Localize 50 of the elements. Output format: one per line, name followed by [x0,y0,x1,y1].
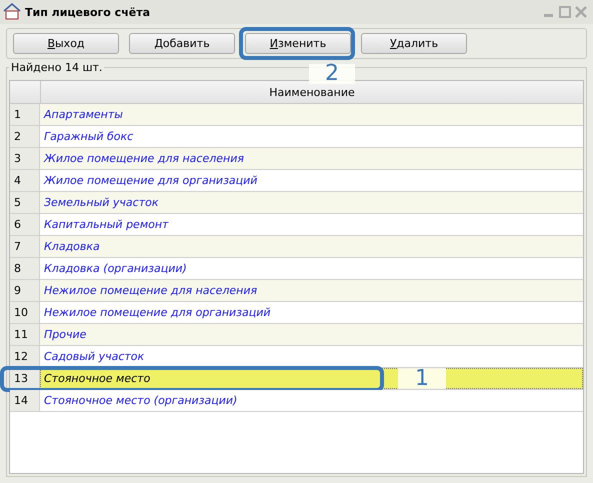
toolbar-button[interactable]: Добавить [129,33,235,54]
row-number: 2 [10,126,40,147]
table-cell-text: Жилое помещение для организаций [42,173,258,189]
toolbar-button[interactable]: Удалить [361,33,467,54]
callout-number: 1 [398,368,446,389]
app-logo-icon [3,3,21,21]
table-row[interactable]: 4 Жилое помещение для организаций [10,170,583,192]
table-row[interactable]: 1 Апартаменты [10,104,583,126]
table-cell-text: Капитальный ремонт [43,217,170,233]
row-number: 4 [10,170,40,191]
row-number: 8 [10,258,40,279]
table-row[interactable]: 14 Стояночное место (организации) [10,390,583,412]
table-cell-text: Нежилое помещение для населения [43,283,258,299]
table-row[interactable]: 3 Жилое помещение для населения [10,148,583,170]
toolbar-button[interactable]: Изменить [245,33,351,54]
table-cell-text: Кладовка [43,239,101,255]
row-number: 3 [10,148,40,169]
callout-number: 2 [309,64,355,84]
table-cell-text: Апартаменты [42,107,124,123]
table-row[interactable]: 11 Прочие [10,324,583,346]
table-cell-text: Садовый участок [43,349,146,365]
table-cell-text: Земельный участок [43,195,160,211]
close-icon[interactable] [575,6,587,18]
table-row[interactable]: 6 Капитальный ремонт [10,214,583,236]
row-number: 12 [10,346,40,367]
table-row[interactable]: 7 Кладовка [10,236,583,258]
row-number: 10 [10,302,40,323]
table-cell-text: Нежилое помещение для организаций [43,305,272,321]
table-row[interactable]: 10 Нежилое помещение для организаций [10,302,583,324]
table-cell-text: Кладовка (организации) [43,261,188,277]
row-number: 14 [10,390,40,411]
table-cell-text: Прочие [43,327,88,343]
toolbar-button[interactable]: Выход [13,33,119,54]
row-number: 9 [10,280,40,301]
table-row[interactable]: 2 Гаражный бокс [10,126,583,148]
table-cell-text: Гаражный бокс [43,129,134,145]
table-row[interactable]: 9 Нежилое помещение для населения [10,280,583,302]
table-row[interactable]: 12 Садовый участок [10,346,583,368]
row-number: 11 [10,324,40,345]
table-row[interactable]: 5 Земельный участок [10,192,583,214]
row-number: 1 [10,104,40,125]
table-row[interactable]: 8 Кладовка (организации) [10,258,583,280]
maximize-icon[interactable] [559,6,571,18]
row-number: 6 [10,214,40,235]
row-number: 5 [10,192,40,213]
table-cell-text: Жилое помещение для населения [42,151,245,167]
window-title: Тип лицевого счёта [25,6,152,18]
table-cell-text: Стояночное место (организации) [43,393,238,409]
row-number: 7 [10,236,40,257]
found-count: Найдено 14 шт. [10,61,104,74]
